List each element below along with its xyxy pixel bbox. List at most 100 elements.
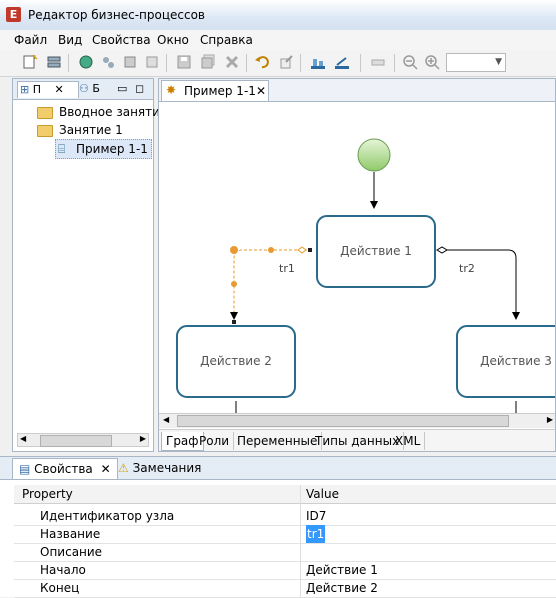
undo-icon[interactable] <box>254 54 270 70</box>
left-panel-tabs: ⊞ П ✕ ⚇ Б ▭ ◻ <box>13 79 153 100</box>
scroll-thumb[interactable] <box>40 435 112 447</box>
new-file-icon[interactable] <box>22 54 38 70</box>
bendpoint-handle[interactable] <box>268 247 274 253</box>
start-event[interactable] <box>357 138 391 172</box>
copy-format-icon[interactable] <box>370 54 386 70</box>
property-row[interactable]: Название tr1 <box>14 525 556 544</box>
transition-label[interactable]: tr2 <box>459 262 475 275</box>
title-bar: E Редактор бизнес-процессов <box>0 0 556 31</box>
toolbar-separator <box>300 54 301 72</box>
column-header-value: Value <box>306 487 339 501</box>
tab-xml[interactable]: XML <box>391 432 426 450</box>
validate-icon[interactable] <box>144 54 160 70</box>
toolbar-separator <box>166 54 167 72</box>
align-right-icon[interactable] <box>334 54 350 70</box>
horizontal-scrollbar[interactable]: ◀ ▶ <box>159 413 555 428</box>
selection-handle[interactable] <box>232 320 236 324</box>
zoom-out-icon[interactable] <box>402 54 418 70</box>
properties-header: Property Value <box>14 485 556 504</box>
arrowhead-icon <box>230 312 238 320</box>
tab-notes[interactable]: ⚠ Замечания <box>112 458 207 479</box>
scroll-right-icon[interactable]: ▶ <box>547 415 553 424</box>
tab-roles[interactable]: Роли <box>195 432 235 450</box>
zoom-in-icon[interactable] <box>424 54 440 70</box>
property-row[interactable]: Описание <box>14 543 556 562</box>
process-editor: ✸ Пример 1-1 ✕ Действие 1 Действие 2 Дей… <box>158 78 556 452</box>
node-label: Действие 1 <box>340 244 412 258</box>
folder-open-icon <box>37 124 53 137</box>
delete-icon[interactable] <box>224 54 240 70</box>
folder-icon <box>37 106 53 119</box>
toolbar-separator <box>360 54 361 72</box>
properties-panel: ▤ Свойства ✕ ⚠ Замечания Property Value … <box>0 456 556 598</box>
zoom-select[interactable]: ▼ <box>446 53 506 72</box>
tree-item[interactable]: Вводное занятие <box>37 103 167 121</box>
scroll-right-icon[interactable]: ▶ <box>140 434 146 443</box>
warning-icon: ⚠ <box>118 461 129 475</box>
property-row[interactable]: Начало Действие 1 <box>14 561 556 580</box>
tree-item-selected[interactable]: ⌸ Пример 1-1 <box>55 139 152 159</box>
window-title: Редактор бизнес-процессов <box>28 8 205 22</box>
properties-tabs: ▤ Свойства ✕ ⚠ Замечания <box>0 457 556 480</box>
deploy-icon[interactable] <box>122 54 138 70</box>
tab-business[interactable]: ⚇ Б <box>79 81 100 97</box>
tab-variables[interactable]: Переменные <box>233 432 323 450</box>
transition-tr2[interactable] <box>444 249 517 315</box>
diamond-icon <box>297 246 307 254</box>
toolbar-separator <box>394 54 395 72</box>
properties-icon: ▤ <box>19 462 31 476</box>
scroll-left-icon[interactable]: ◀ <box>20 434 26 443</box>
toolbar-separator <box>68 54 69 72</box>
tab-process-example[interactable]: ✸ Пример 1-1 ✕ <box>161 80 269 101</box>
close-icon[interactable]: ✕ <box>256 84 266 98</box>
menu-help[interactable]: Справка <box>200 33 253 47</box>
tab-projects[interactable]: ⊞ П ✕ <box>17 81 79 98</box>
app-logo-icon: E <box>6 7 21 22</box>
toolbar-separator <box>246 54 247 72</box>
save-all-icon[interactable] <box>200 54 216 70</box>
editor-bottom-tabs: Граф Роли Переменные Типы данных XML <box>159 429 555 451</box>
close-icon[interactable]: ✕ <box>101 462 111 476</box>
save-icon[interactable] <box>176 54 192 70</box>
redo-icon[interactable] <box>278 54 294 70</box>
project-explorer-panel: ⊞ П ✕ ⚇ Б ▭ ◻ Вводное занятие Занятие 1 … <box>12 78 167 452</box>
menu-properties[interactable]: Свойства <box>92 33 151 47</box>
export-icon[interactable] <box>100 54 116 70</box>
users-icon: ⚇ <box>79 82 89 95</box>
editor-tabbar: ✸ Пример 1-1 ✕ <box>159 79 555 102</box>
align-bottom-icon[interactable] <box>310 54 326 70</box>
column-divider <box>300 485 301 597</box>
scroll-thumb[interactable] <box>177 415 509 427</box>
menu-bar: Файл Вид Свойства Окно Справка <box>0 30 556 51</box>
bendpoint-handle[interactable] <box>231 281 237 287</box>
menu-window[interactable]: Окно <box>157 33 189 47</box>
node-label: Действие 3 <box>480 354 552 368</box>
toolbar: ▼ <box>0 50 556 77</box>
import-icon[interactable] <box>78 54 94 70</box>
property-row[interactable]: Идентификатор узла ID7 <box>14 507 556 526</box>
maximize-icon[interactable]: ◻ <box>135 81 144 97</box>
menu-view[interactable]: Вид <box>58 33 82 47</box>
tab-properties[interactable]: ▤ Свойства ✕ <box>12 458 118 479</box>
arrowhead-icon <box>370 201 378 209</box>
close-icon[interactable]: ✕ <box>55 83 64 96</box>
node-label: Действие 2 <box>200 354 272 368</box>
transition-label[interactable]: tr1 <box>279 262 295 275</box>
bendpoint-handle[interactable] <box>230 246 238 254</box>
scroll-left-icon[interactable]: ◀ <box>163 415 169 424</box>
tree-view-icon: ⊞ <box>20 83 30 96</box>
name-value-input[interactable]: tr1 <box>306 525 326 543</box>
diagram-canvas[interactable]: Действие 1 Действие 2 Действие 3 tr1 tr2 <box>159 101 556 415</box>
minimize-icon[interactable]: ▭ <box>117 81 127 97</box>
menu-file[interactable]: Файл <box>14 33 47 47</box>
transition-tr1[interactable] <box>233 249 307 315</box>
process-file-icon: ✸ <box>166 83 177 97</box>
horizontal-scrollbar[interactable]: ◀ ▶ <box>17 433 149 447</box>
selection-handle[interactable] <box>308 248 312 252</box>
diamond-icon <box>436 246 448 254</box>
tree-item[interactable]: Занятие 1 <box>37 121 123 139</box>
process-icon: ⌸ <box>58 142 66 156</box>
arrowhead-icon <box>512 312 520 320</box>
new-process-icon[interactable] <box>46 54 62 70</box>
property-row[interactable]: Конец Действие 2 <box>14 579 556 598</box>
